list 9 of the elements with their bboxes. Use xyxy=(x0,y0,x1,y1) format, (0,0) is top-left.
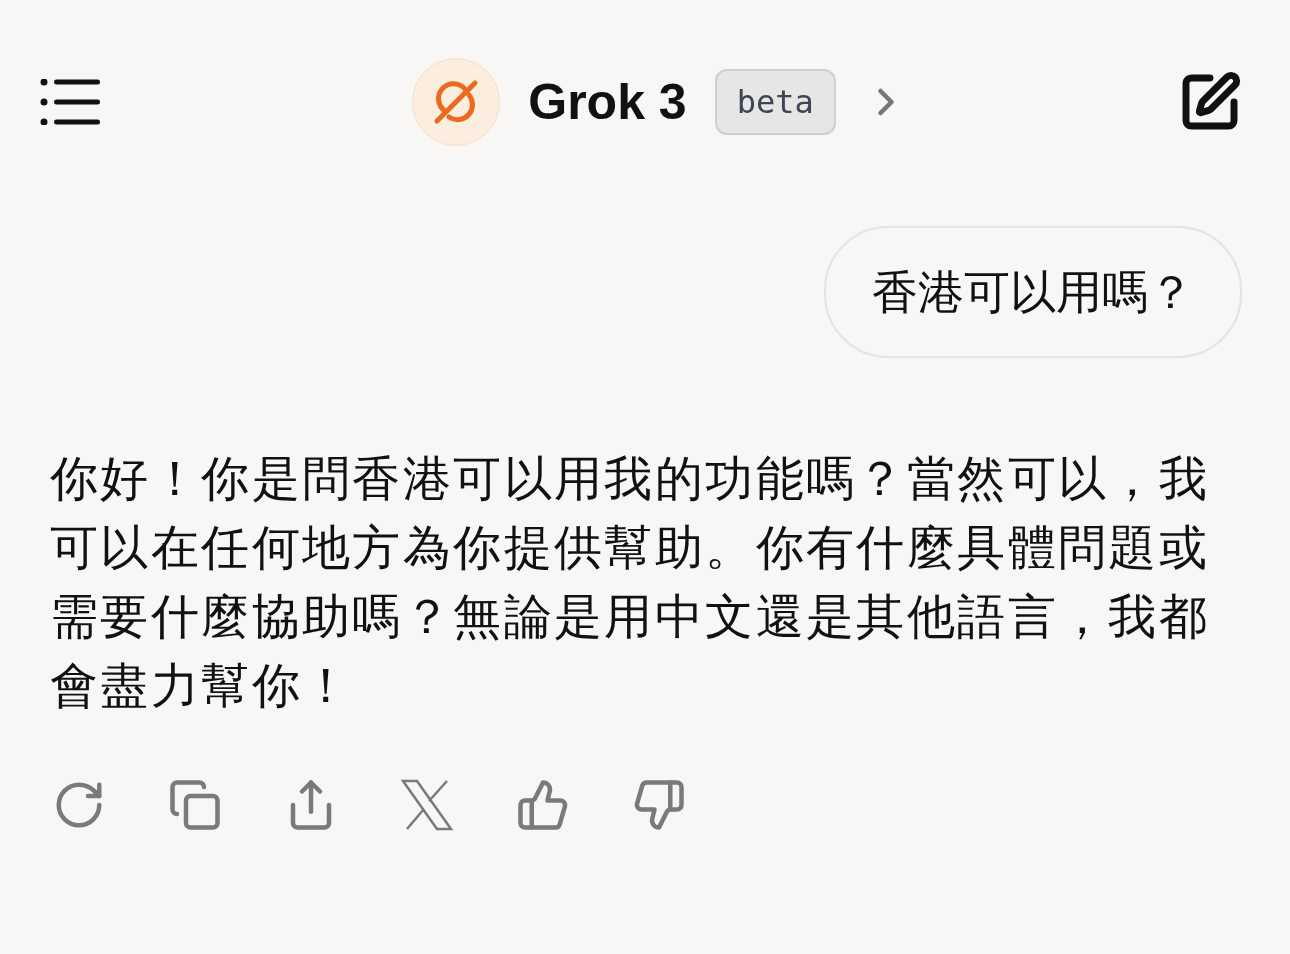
assistant-message: 你好！你是問香港可以用我的功能嗎？當然可以，我可以在任何地方為你提供幫助。你有什麼具體問題或需要什麼協助嗎？無論是用中文還是其他語言，我都會盡力幫你！ xyxy=(50,449,1211,715)
user-message: 香港可以用嗎？ xyxy=(824,226,1242,358)
x-icon[interactable] xyxy=(400,778,454,832)
thumbs-up-icon[interactable] xyxy=(516,778,570,832)
copy-icon[interactable] xyxy=(168,778,222,832)
menu-icon[interactable] xyxy=(40,79,102,125)
beta-label: beta xyxy=(714,69,836,135)
model-title: Grok 3 xyxy=(528,73,687,131)
thumbs-down-icon[interactable] xyxy=(632,778,686,832)
